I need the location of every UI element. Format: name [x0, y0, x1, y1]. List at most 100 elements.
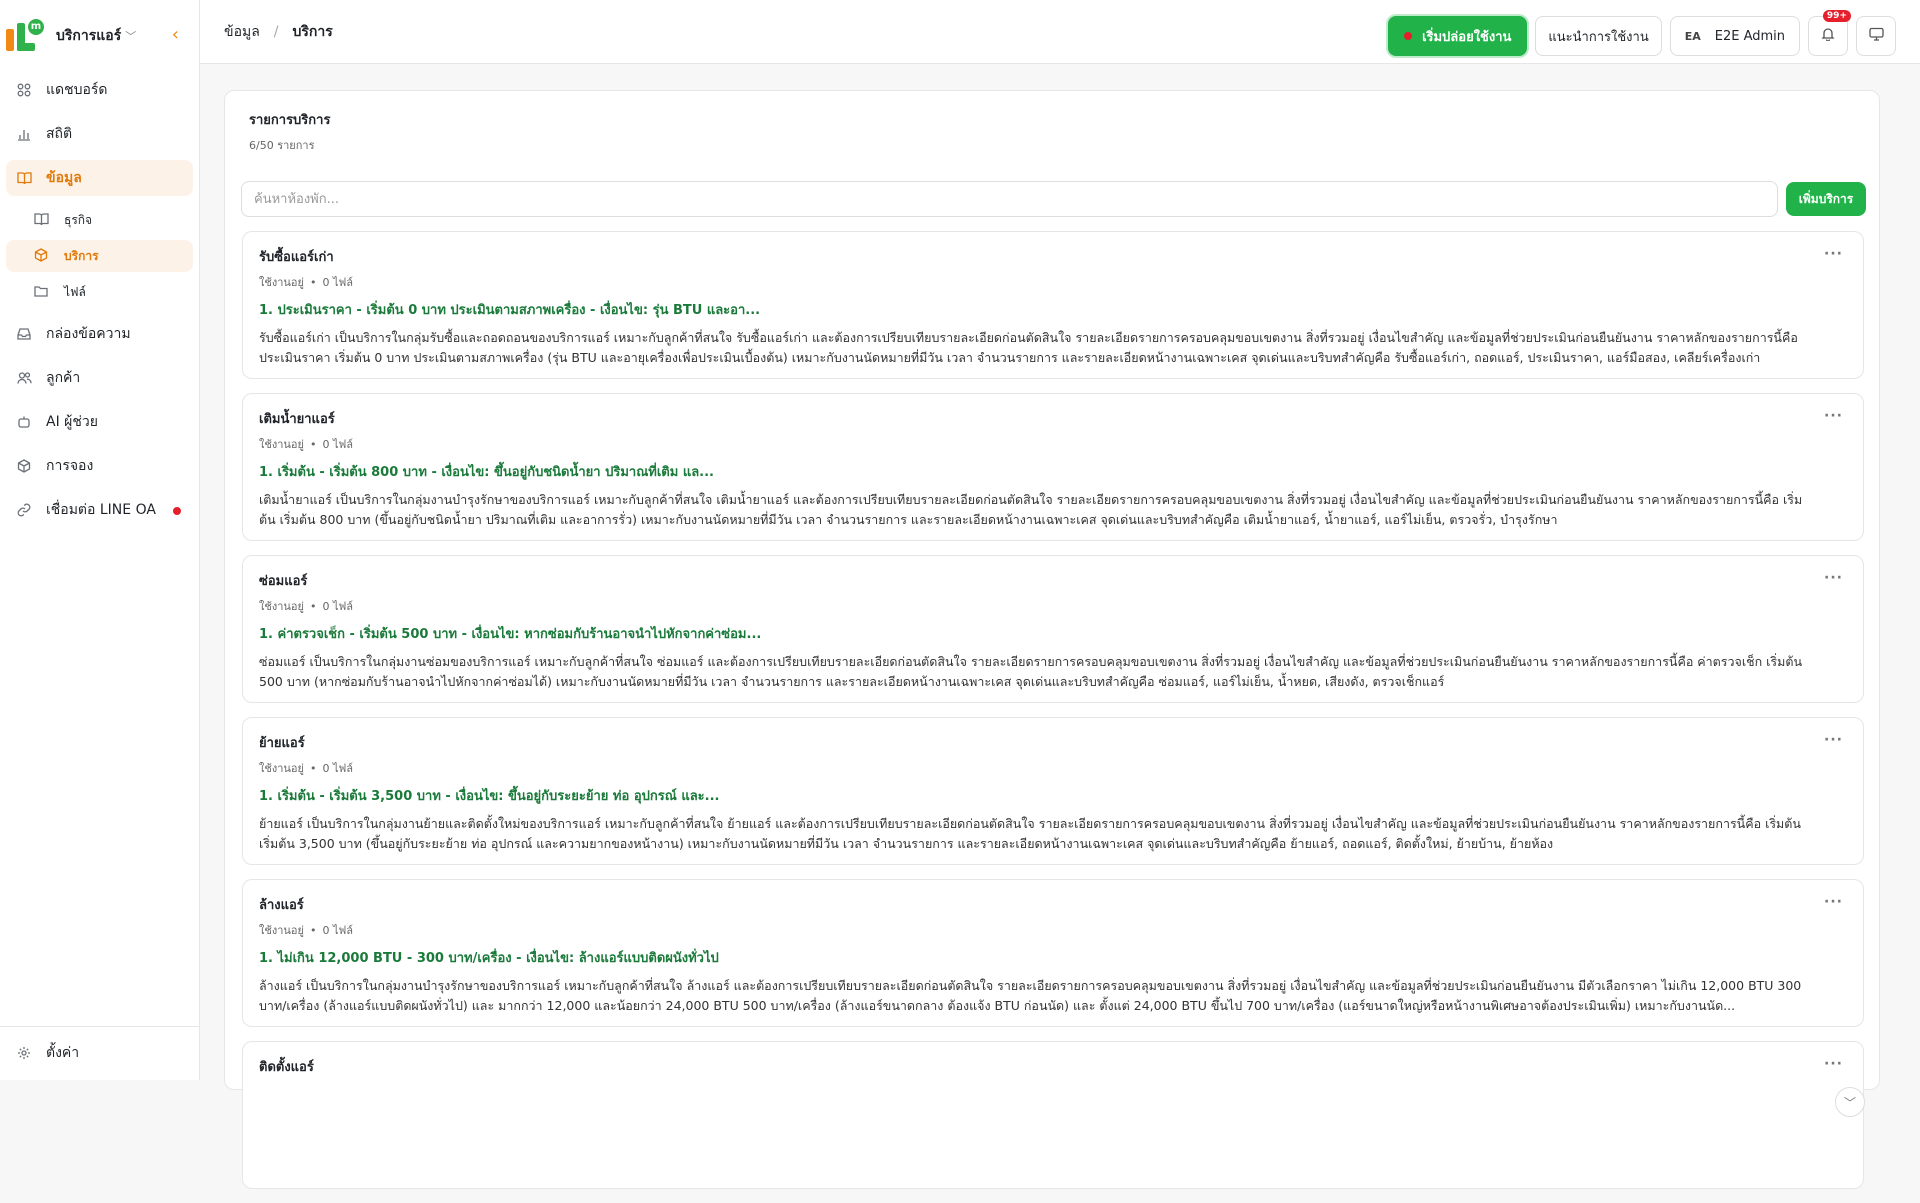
sidebar-item-line-oa[interactable]: เชื่อมต่อ LINE OA: [6, 492, 193, 528]
sidebar-item-label: ตั้งค่า: [46, 1045, 80, 1061]
service-status: ใช้งานอยู่: [259, 762, 304, 775]
avatar: EA: [1684, 29, 1701, 43]
more-options-icon[interactable]: ···: [1824, 246, 1843, 262]
service-card[interactable]: ซ่อมแอร์ ใช้งานอยู่ • 0 ไฟล์ 1. ค่าตรวจเช็…: [242, 555, 1864, 703]
sidebar-item-data[interactable]: ข้อมูล: [6, 160, 193, 196]
more-options-icon[interactable]: ···: [1824, 570, 1843, 586]
book-icon: [16, 170, 32, 186]
more-options-icon[interactable]: ···: [1824, 732, 1843, 748]
box-icon: [34, 248, 50, 264]
service-card[interactable]: ติดตั้งแอร์ ···: [242, 1041, 1864, 1189]
sidebar-item-settings[interactable]: ตั้งค่า: [6, 1035, 193, 1071]
search-input[interactable]: [241, 181, 1778, 217]
more-options-icon[interactable]: ···: [1824, 1056, 1843, 1072]
sidebar-item-bookings[interactable]: การจอง: [6, 448, 193, 484]
notifications-button[interactable]: 99+: [1808, 10, 1851, 56]
service-name: เติมน้ำยาแอร์: [259, 412, 335, 427]
sidebar-item-label: การจอง: [46, 458, 94, 474]
gear-icon: [16, 1045, 32, 1061]
inbox-icon: [16, 326, 32, 342]
users-icon: [16, 370, 32, 386]
user-name: E2E Admin: [1714, 28, 1785, 44]
panel-count: 6/50 รายการ: [249, 139, 315, 152]
service-description: ย้ายแอร์ เป็นบริการในกลุ่มงานย้ายและติดต…: [259, 816, 1801, 851]
display-button[interactable]: [1856, 16, 1896, 56]
more-options-icon[interactable]: ···: [1824, 408, 1843, 424]
service-price: 1. เริ่มต้น - เริ่มต้น 800 บาท - เงื่อนไ…: [259, 465, 714, 480]
sidebar-subitem-business[interactable]: ธุรกิจ: [6, 204, 193, 236]
launch-button[interactable]: เริ่มปล่อยใช้งาน: [1388, 16, 1528, 56]
sidebar-item-inbox[interactable]: กล่องข้อความ: [6, 316, 193, 352]
service-price: 1. ประเมินราคา - เริ่มต้น 0 บาท ประเมินต…: [259, 303, 761, 318]
sidebar-subitem-label: ไฟล์: [64, 284, 86, 299]
sidebar-subitem-services[interactable]: บริการ: [6, 240, 193, 272]
services-panel: รายการบริการ 6/50 รายการ เพิ่มบริการ รับ…: [224, 90, 1880, 1189]
bot-icon: [16, 414, 32, 430]
breadcrumb-parent[interactable]: ข้อมูล: [224, 21, 260, 43]
service-file-count: 0 ไฟล์: [322, 438, 354, 451]
chevron-down-icon: ﹀: [1843, 1095, 1856, 1110]
breadcrumb: ข้อมูล / บริการ: [224, 21, 333, 43]
service-card[interactable]: ย้ายแอร์ ใช้งานอยู่ • 0 ไฟล์ 1. เริ่มต้น -…: [242, 717, 1864, 865]
sidebar-item-label: ข้อมูล: [46, 170, 82, 186]
service-name: ล้างแอร์: [259, 898, 304, 913]
workspace-switcher[interactable]: บริการแอร์: [56, 25, 121, 47]
sidebar-item-dashboard[interactable]: แดชบอร์ด: [6, 72, 193, 108]
service-file-count: 0 ไฟล์: [322, 924, 354, 937]
status-dot: [173, 507, 181, 515]
service-status: ใช้งานอยู่: [259, 600, 304, 613]
package-icon: [16, 458, 32, 474]
service-file-count: 0 ไฟล์: [322, 276, 354, 289]
service-name: ติดตั้งแอร์: [259, 1060, 314, 1075]
sidebar: m บริการแอร์ ﹀ ‹ แดชบอร์ด สถิติ ข้อมูล ธ…: [0, 0, 200, 1080]
brand: m บริการแอร์ ﹀ ‹: [0, 0, 199, 72]
service-description: ซ่อมแอร์ เป็นบริการในกลุ่มงานซ่อมของบริก…: [259, 654, 1803, 689]
top-bar: ข้อมูล / บริการ เริ่มปล่อยใช้งาน แนะนำกา…: [200, 0, 1920, 64]
service-file-count: 0 ไฟล์: [322, 762, 354, 775]
service-price: 1. เริ่มต้น - เริ่มต้น 3,500 บาท - เงื่อ…: [259, 789, 720, 804]
bullet-separator: •: [309, 599, 317, 613]
breadcrumb-separator: /: [273, 23, 279, 40]
launch-button-label: เริ่มปล่อยใช้งาน: [1422, 29, 1512, 45]
link-icon: [16, 502, 32, 518]
service-status: ใช้งานอยู่: [259, 438, 304, 451]
service-card[interactable]: ล้างแอร์ ใช้งานอยู่ • 0 ไฟล์ 1. ไม่เกิน 12…: [242, 879, 1864, 1027]
service-status: ใช้งานอยู่: [259, 924, 304, 937]
sidebar-subitem-files[interactable]: ไฟล์: [6, 276, 193, 308]
sidebar-item-ai-assistant[interactable]: AI ผู้ช่วย: [6, 404, 193, 440]
breadcrumb-current: บริการ: [292, 23, 333, 40]
service-card[interactable]: รับซื้อแอร์เก่า ใช้งานอยู่ • 0 ไฟล์ 1. ประ…: [242, 231, 1864, 379]
bar-chart-icon: [16, 126, 32, 142]
sidebar-item-label: เชื่อมต่อ LINE OA: [46, 502, 156, 518]
service-name: ซ่อมแอร์: [259, 574, 308, 589]
sidebar-item-label: แดชบอร์ด: [46, 82, 108, 98]
service-name: ย้ายแอร์: [259, 736, 305, 751]
user-menu[interactable]: EA E2E Admin: [1669, 16, 1800, 56]
sidebar-subitem-label: ธุรกิจ: [64, 212, 93, 227]
chevron-down-icon[interactable]: ﹀: [125, 28, 136, 44]
add-service-button[interactable]: เพิ่มบริการ: [1786, 182, 1866, 216]
service-description: ล้างแอร์ เป็นบริการในกลุ่มงานบำรุงรักษาข…: [259, 978, 1802, 1013]
service-name: รับซื้อแอร์เก่า: [259, 250, 334, 265]
scroll-down-button[interactable]: ﹀: [1835, 1087, 1865, 1117]
folder-icon: [34, 284, 50, 300]
sidebar-subitem-label: บริการ: [64, 248, 99, 263]
guide-button[interactable]: แนะนำการใช้งาน: [1535, 16, 1662, 56]
book-icon: [34, 212, 50, 228]
service-card[interactable]: เติมน้ำยาแอร์ ใช้งานอยู่ • 0 ไฟล์ 1. เริ่ม…: [242, 393, 1864, 541]
panel-title: รายการบริการ: [249, 113, 331, 128]
sidebar-item-customers[interactable]: ลูกค้า: [6, 360, 193, 396]
monitor-icon: [1868, 27, 1884, 45]
sidebar-item-stats[interactable]: สถิติ: [6, 116, 193, 152]
service-status: ใช้งานอยู่: [259, 276, 304, 289]
notification-badge: 99+: [1822, 10, 1851, 22]
brand-logo: m: [4, 19, 46, 53]
collapse-sidebar-icon[interactable]: ‹: [172, 26, 179, 44]
bullet-separator: •: [309, 275, 317, 289]
bullet-separator: •: [309, 923, 317, 937]
service-description: เติมน้ำยาแอร์ เป็นบริการในกลุ่มงานบำรุงร…: [259, 492, 1803, 527]
sidebar-footer: ตั้งค่า: [0, 1026, 199, 1080]
sidebar-item-label: กล่องข้อความ: [46, 326, 131, 342]
more-options-icon[interactable]: ···: [1824, 894, 1843, 910]
sidebar-item-label: AI ผู้ช่วย: [46, 414, 98, 430]
